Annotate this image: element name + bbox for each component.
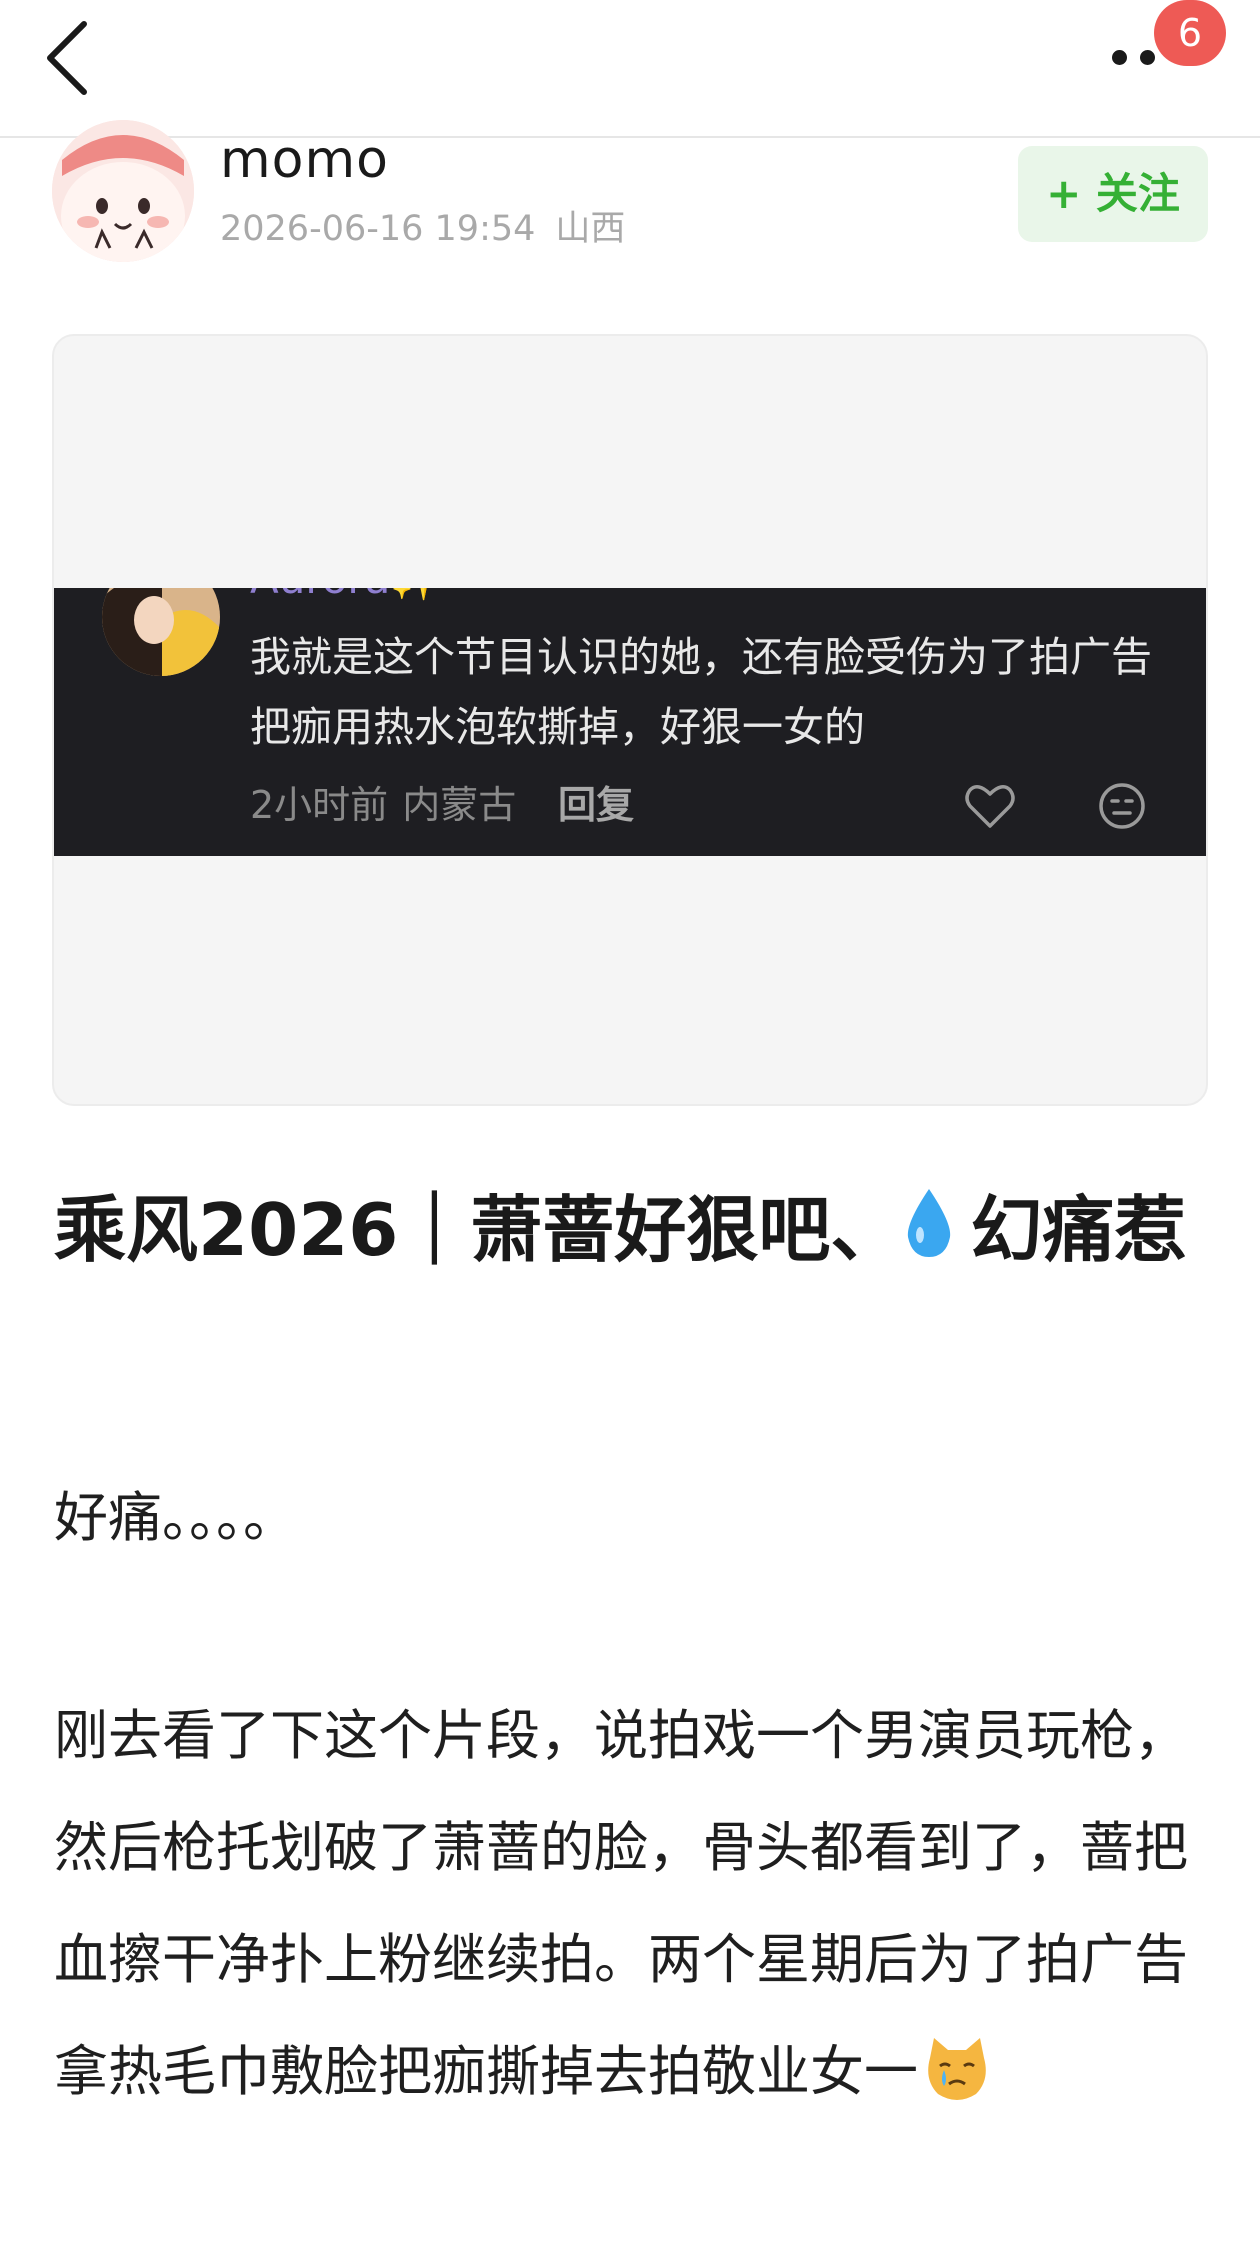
follow-button[interactable]: + 关注: [1018, 146, 1208, 242]
post-datetime: 2026-06-16 19:54: [220, 209, 536, 249]
notification-badge: 6: [1154, 0, 1226, 66]
chevron-left-icon: [47, 21, 87, 95]
top-nav-bar: 6: [0, 0, 1260, 138]
water-drop-icon: [908, 1189, 951, 1257]
post-location: 山西: [555, 209, 626, 249]
commenter-name: Aurora✨: [250, 588, 443, 604]
post-title-text: 乘风2026｜萧蔷好狠吧、: [54, 1188, 903, 1272]
avatar-illustration: [52, 120, 194, 262]
more-dots-icon: [1112, 50, 1127, 65]
post-paragraph-text: 刚去看了下这个片段，说拍戏一个男演员玩枪，然后枪托划破了萧蔷的脸，骨头都看到了，…: [54, 1704, 1188, 2103]
comment-reply-label: 回复: [558, 783, 635, 827]
back-button[interactable]: [36, 14, 108, 98]
post-meta: 2026-06-16 19:54 山西: [220, 204, 625, 254]
post-paragraph: 刚去看了下这个片段，说拍戏一个男演员玩枪，然后枪托划破了萧蔷的脸，骨头都看到了，…: [54, 1680, 1204, 2128]
commenter-avatar-illustration: [102, 588, 220, 676]
comment-location: 内蒙古: [402, 783, 517, 827]
crying-cat-icon: [928, 2038, 986, 2100]
comment-time: 2小时前: [250, 783, 389, 827]
emoji-face-icon: [1094, 778, 1150, 834]
heart-icon: [962, 778, 1018, 834]
post-title-text-end: 幻痛惹: [970, 1188, 1187, 1272]
author-name[interactable]: momo: [220, 128, 389, 192]
comment-meta: 2小时前 内蒙古: [250, 780, 516, 830]
commenter-avatar: [102, 588, 220, 676]
author-avatar[interactable]: [52, 120, 194, 262]
comment-text: 我就是这个节目认识的她，还有脸受伤为了拍广告把痂用热水泡软撕掉，好狠一女的: [250, 633, 1152, 751]
post-title: 乘风2026｜萧蔷好狠吧、 幻痛惹: [54, 1178, 1204, 1282]
post-paragraph: 好痛。。。。: [54, 1486, 297, 1549]
more-dots-icon-dot: [1140, 50, 1155, 65]
comment-screenshot: Aurora✨ 我就是这个节目认识的她，还有脸受伤为了拍广告把痂用热水泡软撕掉，…: [54, 588, 1206, 856]
embedded-image-card[interactable]: Aurora✨ 我就是这个节目认识的她，还有脸受伤为了拍广告把痂用热水泡软撕掉，…: [52, 334, 1208, 1106]
